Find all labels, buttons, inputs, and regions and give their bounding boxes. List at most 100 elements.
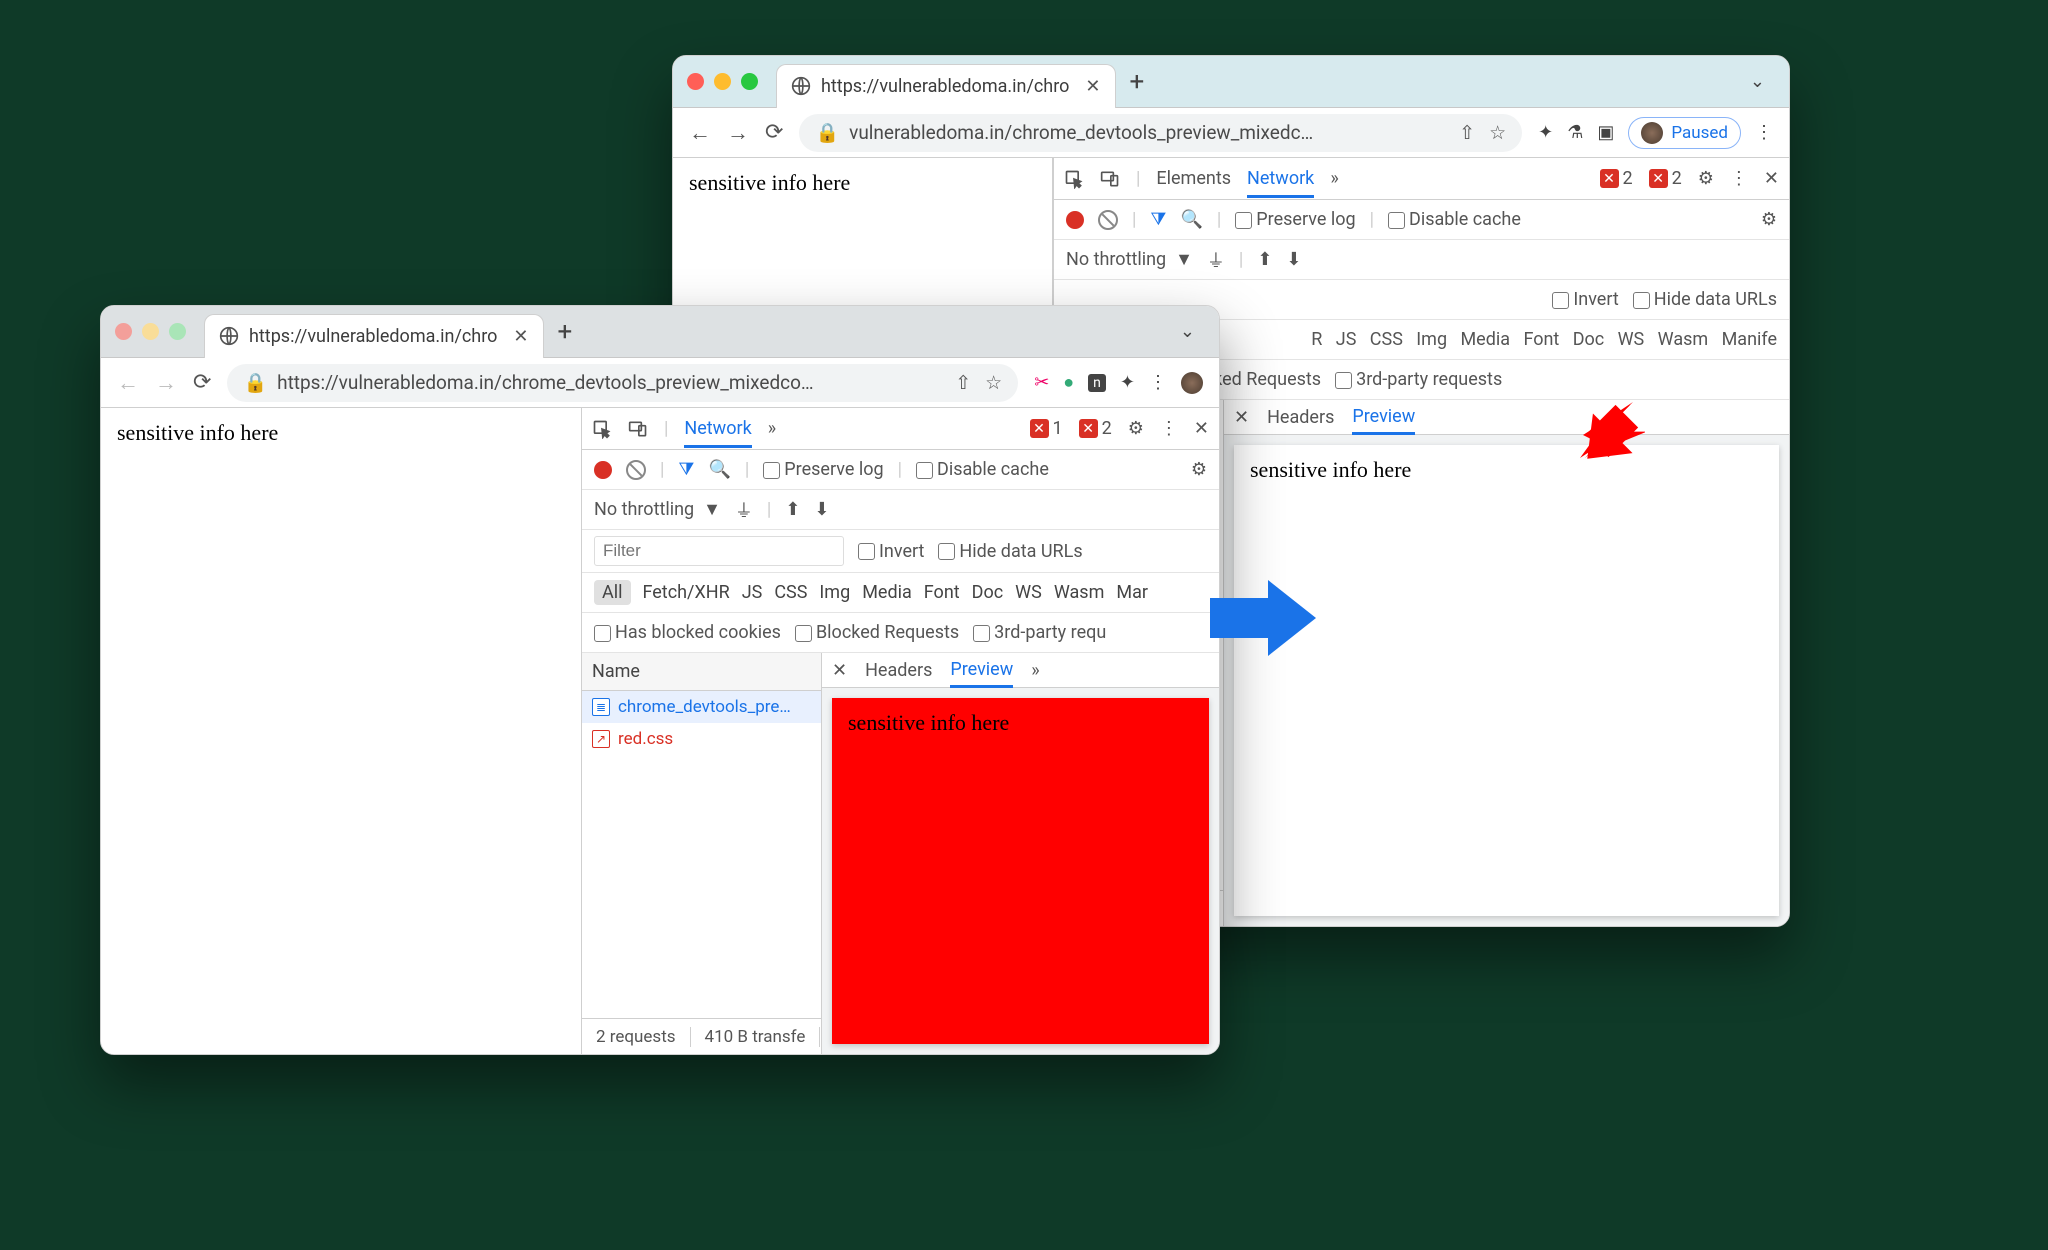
filter-media[interactable]: Media [862,582,912,603]
traffic-lights[interactable] [687,73,758,90]
disable-cache-checkbox[interactable]: Disable cache [1388,209,1521,230]
tab-preview[interactable]: Preview [1352,406,1415,435]
search-icon[interactable]: 🔍 [708,459,730,480]
filter-wasm[interactable]: Wasm [1054,582,1105,603]
address-bar[interactable]: 🔒 vulnerabledoma.in/chrome_devtools_prev… [799,114,1522,152]
share-icon[interactable]: ⇧ [1459,121,1475,144]
tab-list-button[interactable]: ⌄ [1180,321,1195,342]
filter-css[interactable]: CSS [774,582,807,603]
hide-data-urls-checkbox[interactable]: Hide data URLs [938,541,1082,562]
invert-checkbox[interactable]: Invert [858,541,924,562]
new-tab-button[interactable]: + [1130,67,1145,97]
reload-button[interactable]: ⟳ [765,120,783,145]
close-detail-icon[interactable]: ✕ [1234,407,1249,428]
third-party-checkbox[interactable]: 3rd-party requests [1335,369,1502,390]
close-detail-icon[interactable]: ✕ [832,660,847,681]
throttling-select[interactable]: No throttling ▼ [594,499,721,520]
minimize-window-icon[interactable] [714,73,731,90]
upload-har-icon[interactable]: ⬆ [785,499,800,520]
close-window-icon[interactable] [687,73,704,90]
settings-icon[interactable]: ⚙ [1128,418,1144,439]
maximize-window-icon[interactable] [741,73,758,90]
device-toggle-icon[interactable] [628,419,648,439]
hide-data-urls-checkbox[interactable]: Hide data URLs [1633,289,1777,310]
ext1-icon[interactable]: ● [1063,372,1074,393]
kebab-icon[interactable]: ⋮ [1730,168,1748,189]
tab-preview[interactable]: Preview [950,659,1013,688]
avatar-icon[interactable] [1181,372,1203,394]
bookmark-icon[interactable]: ☆ [1489,121,1506,144]
back-button[interactable]: ← [689,120,711,146]
close-tab-icon[interactable]: ✕ [1085,76,1100,97]
tab-headers[interactable]: Headers [1267,407,1334,428]
address-bar[interactable]: 🔒 https://vulnerabledoma.in/chrome_devto… [227,364,1018,402]
profile-paused-badge[interactable]: Paused [1628,117,1741,149]
tab-network[interactable]: Network [684,418,751,448]
more-detail-tabs-icon[interactable]: » [1031,660,1039,681]
close-devtools-icon[interactable]: ✕ [1194,418,1209,439]
record-icon[interactable] [1066,211,1084,229]
wifi-icon[interactable]: ⏚ [735,497,753,523]
browser-tab[interactable]: https://vulnerabledoma.in/chro ✕ [204,314,544,358]
filter-fetchxhr[interactable]: Fetch/XHR [643,582,730,603]
filter-types-fragment[interactable]: R JS CSS Img Media Font Doc WS Wasm Mani… [1311,329,1777,350]
forward-button[interactable]: → [727,120,749,146]
filter-img[interactable]: Img [819,582,850,603]
error-counter[interactable]: ✕2 [1600,168,1633,189]
tab-list-button[interactable]: ⌄ [1750,71,1765,92]
inspect-icon[interactable] [1064,169,1084,189]
tab-network[interactable]: Network [1247,168,1314,198]
filter-all[interactable]: All [594,580,631,605]
search-icon[interactable]: 🔍 [1180,209,1202,230]
browser-tab[interactable]: https://vulnerabledoma.in/chro ✕ [776,64,1116,108]
close-window-icon[interactable] [115,323,132,340]
name-column-header[interactable]: Name [582,653,821,691]
maximize-window-icon[interactable] [169,323,186,340]
share-icon[interactable]: ⇧ [955,371,971,394]
filter-toggle-icon[interactable]: ⧩ [678,459,694,480]
reload-button[interactable]: ⟳ [193,370,211,395]
device-toggle-icon[interactable] [1100,169,1120,189]
filter-more[interactable]: Mar [1116,582,1148,603]
back-button[interactable]: ← [117,370,139,396]
table-row[interactable]: ↗red.css [582,723,821,755]
inspect-icon[interactable] [592,419,612,439]
clear-icon[interactable] [1098,210,1118,230]
third-party-checkbox[interactable]: 3rd-party requ [973,622,1106,643]
download-har-icon[interactable]: ⬇ [1286,249,1301,270]
network-settings-icon[interactable]: ⚙ [1761,209,1777,230]
minimize-window-icon[interactable] [142,323,159,340]
ext2-icon[interactable]: n [1088,374,1106,392]
extensions-icon[interactable]: ✦ [1120,372,1135,393]
preserve-log-checkbox[interactable]: Preserve log [1235,209,1355,230]
disable-cache-checkbox[interactable]: Disable cache [916,459,1049,480]
clear-icon[interactable] [626,460,646,480]
wifi-icon[interactable]: ⏚ [1207,247,1225,273]
more-tabs-icon[interactable]: » [1330,168,1338,189]
error-counter[interactable]: ✕1 [1030,418,1063,439]
record-icon[interactable] [594,461,612,479]
settings-icon[interactable]: ⚙ [1698,168,1714,189]
warn-counter[interactable]: ✕2 [1649,168,1682,189]
forward-button[interactable]: → [155,370,177,396]
invert-checkbox[interactable]: Invert [1552,289,1618,310]
bookmark-icon[interactable]: ☆ [985,371,1002,394]
menu-icon[interactable]: ⋮ [1149,372,1167,393]
menu-icon[interactable]: ⋮ [1755,122,1773,143]
scissors-icon[interactable]: ✂ [1034,372,1049,393]
blocked-requests-checkbox[interactable]: Blocked Requests [795,622,959,643]
download-har-icon[interactable]: ⬇ [814,499,829,520]
filter-font[interactable]: Font [924,582,960,603]
kebab-icon[interactable]: ⋮ [1160,418,1178,439]
upload-har-icon[interactable]: ⬆ [1257,249,1272,270]
traffic-lights[interactable] [115,323,186,340]
has-blocked-cookies-checkbox[interactable]: Has blocked cookies [594,622,781,643]
tab-headers[interactable]: Headers [865,660,932,681]
preserve-log-checkbox[interactable]: Preserve log [763,459,883,480]
warn-counter[interactable]: ✕2 [1079,418,1112,439]
close-devtools-icon[interactable]: ✕ [1764,168,1779,189]
close-tab-icon[interactable]: ✕ [513,326,528,347]
tab-elements[interactable]: Elements [1156,168,1231,189]
filter-ws[interactable]: WS [1015,582,1042,603]
table-row[interactable]: ≣chrome_devtools_pre… [582,691,821,723]
